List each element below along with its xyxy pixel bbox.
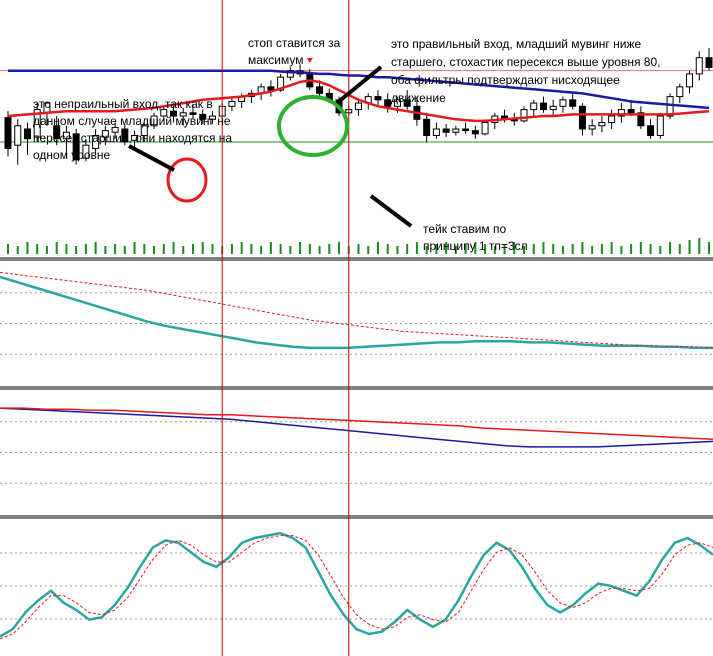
right-entry-line: старшего, стохастик пересекся выше уровн… xyxy=(391,55,660,69)
candle-body xyxy=(530,102,538,111)
take-profit-pointer xyxy=(369,194,413,228)
candle-body xyxy=(452,128,460,133)
candle-body xyxy=(695,57,703,75)
chart-canvas: это непраильный вход, так как в данном с… xyxy=(0,0,713,656)
candle-body xyxy=(656,115,664,136)
candle-body xyxy=(676,86,684,98)
indicator-lines xyxy=(0,271,713,640)
candle-body xyxy=(578,105,586,130)
candle-body xyxy=(267,86,275,91)
take-profit-note: тейк ставим по принципу 1 тп=3сл xyxy=(423,222,528,253)
volume-bars xyxy=(7,238,710,254)
wrong-entry-line: пересек старший, они находятся на xyxy=(33,131,232,145)
candle-body xyxy=(384,99,392,107)
candle-body xyxy=(316,86,324,94)
candle-body xyxy=(588,125,596,130)
candle-body xyxy=(4,117,12,149)
candle-body xyxy=(569,99,577,107)
candle-body xyxy=(423,118,431,136)
candle-body xyxy=(14,125,22,146)
candle-body xyxy=(23,128,31,140)
right-entry-line: оба фильтры подтверждают нисходящее xyxy=(391,73,620,87)
candle-body xyxy=(355,102,362,111)
candle-body xyxy=(471,130,479,135)
candle-body xyxy=(559,99,567,107)
wrong-entry-circle xyxy=(166,157,208,203)
candle-body xyxy=(627,109,635,114)
wrong-entry-line: данном случае младший мувинг не xyxy=(33,114,231,128)
candle-body xyxy=(549,105,557,111)
take-profit-line: тейк ставим по xyxy=(423,222,507,236)
wrong-entry-line: одном уровне xyxy=(33,148,111,162)
stop-line: максимум xyxy=(248,53,304,67)
candle-body xyxy=(442,128,450,133)
take-profit-line: принципу 1 тп=3сл xyxy=(423,239,528,253)
candle-body xyxy=(481,122,489,135)
stochastic-main-line xyxy=(0,531,713,638)
wrong-entry-note: это непраильный вход, так как в данном с… xyxy=(33,97,235,162)
right-entry-circle xyxy=(277,95,349,157)
candle-body xyxy=(686,73,694,88)
candle-body xyxy=(228,100,236,107)
stop-note: стоп ставится за максимум xyxy=(248,36,344,67)
right-entry-line: это правильный вход, младший мувинг ниже xyxy=(391,37,641,51)
candle-body xyxy=(598,122,606,127)
indicator-1-main-line xyxy=(0,275,713,350)
sell-signal-arrow xyxy=(306,58,313,64)
indicator-2-slow-line xyxy=(0,407,713,448)
wrong-entry-line: это непраильный вход, так как в xyxy=(33,97,213,111)
stochastic-signal-line xyxy=(0,535,713,640)
candle-body xyxy=(539,102,547,111)
panel-grids xyxy=(0,292,713,620)
right-entry-line: движение xyxy=(391,91,446,105)
panel-frames xyxy=(0,257,713,519)
candle-body xyxy=(462,128,470,132)
candle-body xyxy=(608,115,616,124)
candle-body xyxy=(520,109,528,122)
candle-body xyxy=(374,96,382,101)
wrong-entry-pointer xyxy=(128,144,175,172)
right-entry-pointer xyxy=(335,65,383,105)
candle-body xyxy=(647,125,655,136)
candle-body xyxy=(705,57,713,68)
candle-body xyxy=(432,128,440,136)
stop-line: стоп ставится за xyxy=(248,36,341,50)
